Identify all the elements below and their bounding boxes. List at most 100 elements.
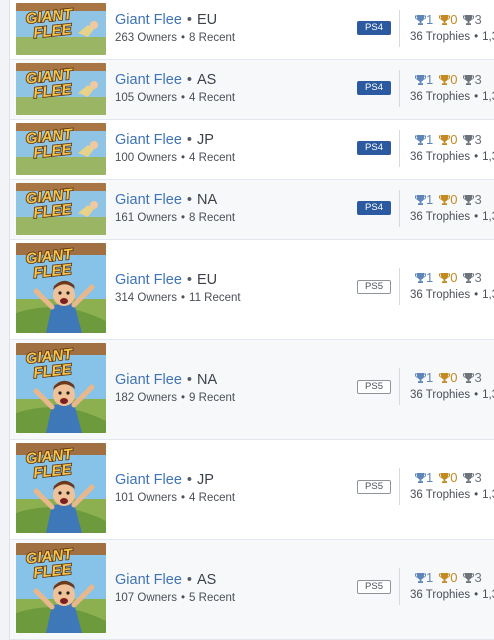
trophy-breakdown: 103 bbox=[414, 73, 488, 87]
column-divider bbox=[399, 268, 400, 305]
trophy-total: 36 Trophies bbox=[410, 289, 471, 301]
game-name-link[interactable]: Giant Flee bbox=[115, 192, 182, 208]
owners-count: 107 Owners bbox=[115, 592, 178, 604]
game-title: Giant Flee • EU bbox=[115, 271, 217, 289]
trophy-points: 1,3 bbox=[482, 589, 494, 601]
game-name-link[interactable]: Giant Flee bbox=[115, 132, 182, 148]
game-title: Giant Flee • JP bbox=[115, 131, 214, 149]
trophy-summary: 36 Trophies•1,3 bbox=[410, 90, 494, 104]
separator-dot: • bbox=[186, 572, 192, 588]
game-name-link[interactable]: Giant Flee bbox=[115, 372, 182, 388]
gold-trophy-icon bbox=[439, 192, 451, 207]
silver-trophy-count: 3 bbox=[463, 13, 482, 27]
separator-dot: • bbox=[186, 472, 192, 488]
platinum-trophy-count: 1 bbox=[414, 73, 433, 87]
recent-count: 11 Recent bbox=[189, 292, 241, 304]
region-label: EU bbox=[196, 12, 218, 28]
separator-dot: • bbox=[186, 372, 192, 388]
owners-count: 101 Owners bbox=[115, 492, 178, 504]
platinum-trophy-count: 1 bbox=[414, 271, 433, 285]
game-name-link[interactable]: Giant Flee bbox=[115, 472, 182, 488]
gold-trophy-count: 0 bbox=[439, 73, 457, 87]
game-row[interactable]: GIANT FLEE Giant Flee • JP 100 Owners • 4 Recen… bbox=[10, 120, 494, 180]
recent-count: 8 Recent bbox=[189, 212, 236, 224]
separator-dot: • bbox=[181, 92, 186, 104]
gold-trophy-icon bbox=[439, 12, 451, 27]
separator-dot: • bbox=[186, 192, 192, 208]
gold-trophy-count: 0 bbox=[439, 13, 457, 27]
separator-dot: • bbox=[186, 272, 192, 288]
owners-count: 105 Owners bbox=[115, 92, 178, 104]
silver-trophy-icon bbox=[463, 370, 475, 385]
game-cover-icon[interactable]: GIANT FLEE bbox=[16, 343, 106, 433]
game-title: Giant Flee • NA bbox=[115, 191, 217, 209]
separator-dot: • bbox=[181, 592, 186, 604]
separator-dot: • bbox=[186, 12, 192, 28]
column-divider bbox=[399, 10, 400, 47]
trophy-summary: 36 Trophies•1,3 bbox=[410, 588, 494, 602]
game-cover-icon[interactable]: GIANT FLEE bbox=[16, 543, 106, 633]
gold-trophy-count: 0 bbox=[439, 471, 457, 485]
platinum-trophy-icon bbox=[414, 12, 427, 27]
separator-dot: • bbox=[474, 289, 479, 301]
separator-dot: • bbox=[181, 292, 186, 304]
game-name-link[interactable]: Giant Flee bbox=[115, 72, 182, 88]
separator-dot: • bbox=[186, 132, 192, 148]
game-list: GIANT FLEE Giant Flee • EU 263 Owners • 8 Recen… bbox=[9, 0, 494, 640]
trophy-points: 1,3 bbox=[482, 389, 494, 401]
trophy-breakdown: 103 bbox=[414, 471, 488, 485]
trophy-total: 36 Trophies bbox=[410, 31, 471, 43]
silver-trophy-count: 3 bbox=[463, 192, 482, 207]
column-divider bbox=[399, 368, 400, 405]
game-row[interactable]: GIANT FLEE Giant Flee • AS 105 Owners • 4 Recen… bbox=[10, 60, 494, 120]
separator-dot: • bbox=[474, 91, 479, 103]
game-cover-icon[interactable]: GIANT FLEE bbox=[16, 243, 106, 333]
trophy-points: 1,3 bbox=[482, 489, 494, 501]
game-row[interactable]: GIANT FLEE Giant Flee • AS 107 Owners • 5 Recen… bbox=[10, 540, 494, 640]
separator-dot: • bbox=[474, 211, 479, 223]
recent-count: 5 Recent bbox=[189, 592, 236, 604]
region-label: NA bbox=[196, 192, 218, 208]
game-name-link[interactable]: Giant Flee bbox=[115, 12, 182, 28]
game-title: Giant Flee • JP bbox=[115, 471, 214, 489]
trophy-summary: 36 Trophies•1,3 bbox=[410, 488, 494, 502]
platinum-trophy-count: 1 bbox=[414, 570, 433, 585]
column-divider bbox=[399, 70, 400, 107]
game-row[interactable]: GIANT FLEE Giant Flee • NA 182 Owners • 9 Recen… bbox=[10, 340, 494, 440]
trophy-total: 36 Trophies bbox=[410, 91, 471, 103]
region-label: AS bbox=[196, 72, 217, 88]
platinum-trophy-icon bbox=[414, 570, 427, 585]
platform-badge: PS5 bbox=[357, 480, 391, 494]
game-row[interactable]: GIANT FLEE Giant Flee • EU 314 Owners • 11 Rece… bbox=[10, 240, 494, 340]
column-divider bbox=[399, 468, 400, 505]
owners-count: 161 Owners bbox=[115, 212, 178, 224]
game-cover-icon[interactable]: GIANT FLEE bbox=[16, 123, 106, 175]
platinum-trophy-icon bbox=[414, 192, 427, 207]
game-row[interactable]: GIANT FLEE Giant Flee • JP 101 Owners • 4 Recen… bbox=[10, 440, 494, 540]
game-name-link[interactable]: Giant Flee bbox=[115, 572, 182, 588]
column-divider bbox=[399, 568, 400, 605]
separator-dot: • bbox=[474, 489, 479, 501]
gold-trophy-icon bbox=[439, 270, 451, 285]
silver-trophy-icon bbox=[463, 192, 475, 207]
game-title: Giant Flee • AS bbox=[115, 71, 216, 89]
silver-trophy-count: 3 bbox=[463, 370, 482, 385]
region-label: EU bbox=[196, 272, 218, 288]
separator-dot: • bbox=[181, 492, 186, 504]
separator-dot: • bbox=[181, 392, 186, 404]
game-row[interactable]: GIANT FLEE Giant Flee • EU 263 Owners • 8 Recen… bbox=[10, 0, 494, 60]
owner-stats: 314 Owners • 11 Recent bbox=[115, 291, 241, 305]
game-cover-icon[interactable]: GIANT FLEE bbox=[16, 183, 106, 235]
game-cover-icon[interactable]: GIANT FLEE bbox=[16, 63, 106, 115]
trophy-summary: 36 Trophies•1,3 bbox=[410, 388, 494, 402]
game-cover-icon[interactable]: GIANT FLEE bbox=[16, 3, 106, 55]
game-row[interactable]: GIANT FLEE Giant Flee • NA 161 Owners • 8 Recen… bbox=[10, 180, 494, 240]
game-name-link[interactable]: Giant Flee bbox=[115, 272, 182, 288]
platinum-trophy-count: 1 bbox=[414, 471, 433, 485]
silver-trophy-count: 3 bbox=[463, 133, 482, 147]
platinum-trophy-count: 1 bbox=[414, 371, 433, 385]
silver-trophy-count: 3 bbox=[463, 271, 482, 285]
game-cover-icon[interactable]: GIANT FLEE bbox=[16, 443, 106, 533]
trophy-breakdown: 103 bbox=[414, 192, 488, 207]
recent-count: 4 Recent bbox=[189, 92, 236, 104]
